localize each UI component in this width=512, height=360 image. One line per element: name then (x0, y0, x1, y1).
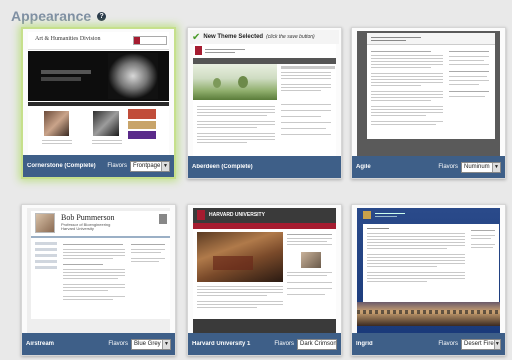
site-title: Bob Pummerson (61, 213, 115, 222)
new-theme-banner: ✔ New Theme Selected (click the save but… (190, 30, 339, 44)
theme-card-harvard[interactable]: HARVARD UNIVERSITY Harvard University 1 … (187, 204, 342, 356)
page-title: Appearance (11, 8, 92, 24)
flavor-value: Dark Crimson (300, 341, 337, 347)
flavor-select[interactable]: Dark Crimson ▼ (297, 338, 337, 350)
appearance-header: Appearance ? (11, 6, 107, 26)
flavors-label: Flavors (274, 341, 294, 347)
theme-card-ingrid[interactable]: Ingrid Flavors Desert Fire ▼ (351, 204, 506, 356)
theme-footer: Harvard University 1 Flavors Dark Crimso… (188, 333, 341, 355)
theme-preview-harvard: HARVARD UNIVERSITY (193, 208, 336, 333)
theme-name: Agile (356, 164, 371, 170)
chevron-down-icon: ▼ (161, 161, 169, 171)
theme-name: Airstream (26, 341, 55, 347)
flavor-value: Frontpage (133, 163, 161, 169)
flavors-label: Flavors (107, 163, 127, 169)
flavor-select[interactable]: Blue Grey ▼ (131, 338, 171, 350)
flavor-select[interactable]: Desert Fire ▼ (461, 338, 501, 350)
flavors-label: Flavors (108, 341, 128, 347)
chevron-down-icon: ▼ (492, 162, 500, 172)
theme-card-aberdeen[interactable]: ✔ New Theme Selected (click the save but… (187, 27, 342, 179)
theme-preview-agile (357, 31, 500, 156)
theme-footer: Ingrid Flavors Desert Fire ▼ (352, 333, 505, 355)
theme-card-agile[interactable]: Agile Flavors Numinum ▼ (351, 27, 506, 179)
flavor-value: Desert Fire (464, 341, 494, 347)
flavors-label: Flavors (438, 341, 458, 347)
check-icon: ✔ (192, 31, 201, 43)
flavor-select[interactable]: Frontpage ▼ (130, 160, 170, 172)
theme-preview-airstream: Bob Pummerson Professor of Bioengineerin… (27, 208, 170, 333)
site-subtitle-2: Harvard University (61, 226, 94, 231)
theme-footer: Aberdeen (Complete) (188, 156, 341, 178)
theme-name: Harvard University 1 (192, 341, 251, 347)
save-note: (click the save button) (266, 34, 315, 40)
theme-name: Aberdeen (Complete) (192, 164, 253, 170)
theme-preview-ingrid (357, 208, 500, 333)
theme-card-cornerstone[interactable]: Art & Humanities Division Cornerstone (C… (21, 27, 176, 179)
theme-preview-cornerstone: Art & Humanities Division (28, 32, 169, 155)
chevron-down-icon: ▼ (162, 339, 170, 349)
theme-name: Cornerstone (Complete) (27, 163, 96, 169)
flavor-select[interactable]: Numinum ▼ (461, 161, 501, 173)
flavor-value: Blue Grey (134, 341, 161, 347)
chevron-down-icon: ▼ (493, 339, 500, 349)
theme-footer: Airstream Flavors Blue Grey ▼ (22, 333, 175, 355)
theme-preview-aberdeen (193, 44, 336, 156)
new-theme-selected-text: New Theme Selected (203, 34, 264, 40)
flavors-label: Flavors (438, 164, 458, 170)
theme-name: Ingrid (356, 341, 373, 347)
theme-card-airstream[interactable]: Bob Pummerson Professor of Bioengineerin… (21, 204, 176, 356)
theme-footer: Cornerstone (Complete) Flavors Frontpage… (23, 155, 174, 177)
flavor-value: Numinum (464, 164, 490, 170)
site-title: HARVARD UNIVERSITY (209, 212, 265, 218)
help-icon[interactable]: ? (97, 11, 107, 21)
site-title: Art & Humanities Division (35, 36, 101, 42)
theme-footer: Agile Flavors Numinum ▼ (352, 156, 505, 178)
